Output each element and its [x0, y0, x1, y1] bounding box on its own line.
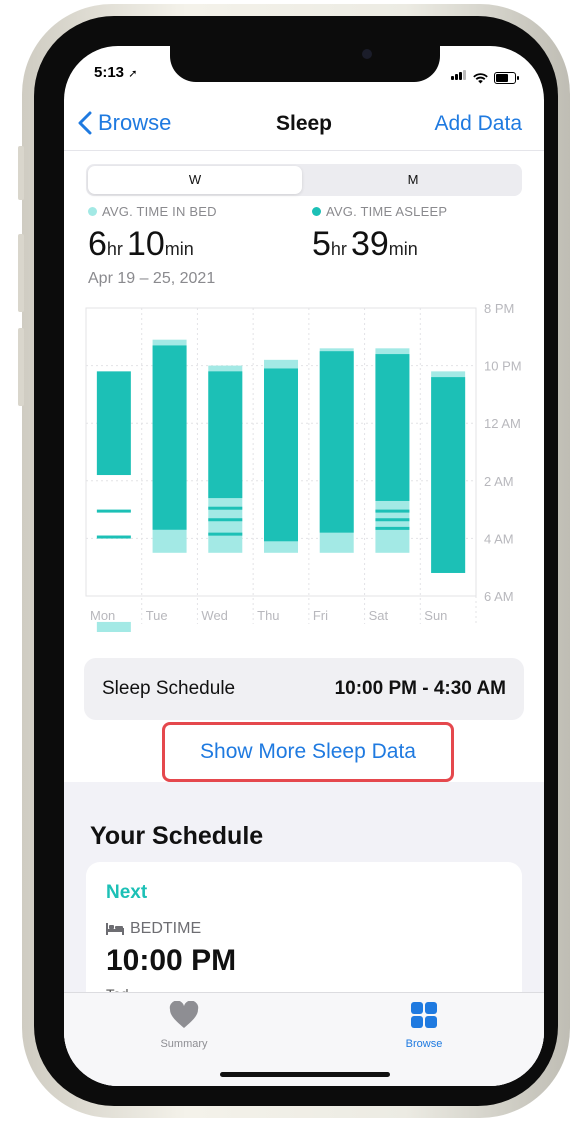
y-tick-label: 6 AM: [484, 589, 514, 604]
add-data-button[interactable]: Add Data: [434, 112, 522, 136]
asleep-minutes-unit: min: [388, 239, 418, 259]
y-tick-label: 8 PM: [484, 302, 514, 316]
sleep-schedule-card[interactable]: Sleep Schedule 10:00 PM - 4:30 AM: [84, 658, 524, 720]
status-time-text: 5:13: [94, 64, 125, 81]
x-tick-label: Tue: [146, 608, 168, 623]
next-label: Next: [106, 882, 148, 903]
date-range: Apr 19 – 25, 2021: [88, 270, 216, 287]
stat-in-bed-label: AVG. TIME IN BED: [88, 204, 217, 219]
y-tick-label: 2 AM: [484, 474, 514, 489]
show-more-label: Show More Sleep Data: [200, 740, 416, 763]
tab-summary-label: Summary: [160, 1038, 208, 1050]
x-tick-label: Sat: [369, 608, 389, 623]
in-bed-minutes-unit: min: [164, 239, 194, 259]
bar-asleep: [96, 371, 131, 476]
volume-up-button: [18, 234, 24, 312]
home-indicator: [220, 1072, 390, 1077]
back-button[interactable]: Browse: [78, 110, 171, 136]
sleep-chart: 8 PM 10 PM 12 AM 2 AM 4 AM 6 AM Mon Tue Wed Thu Fr…: [85, 302, 522, 632]
bar-asleep: [208, 518, 243, 522]
stat-time-in-bed: AVG. TIME IN BED 6hr 10min: [88, 204, 217, 264]
asleep-hours-unit: hr: [330, 239, 347, 259]
in-bed-hours: 6: [88, 225, 107, 263]
stat-time-asleep: AVG. TIME ASLEEP 5hr 39min: [312, 204, 447, 264]
nav-divider: [64, 150, 544, 151]
back-button-label: Browse: [98, 110, 172, 135]
x-tick-label: Wed: [201, 608, 228, 623]
x-tick-label: Fri: [313, 608, 328, 623]
y-tick-label: 12 AM: [484, 416, 521, 431]
stat-asleep-label: AVG. TIME ASLEEP: [312, 204, 447, 219]
bedtime-value: 10:00 PM: [106, 944, 237, 977]
y-tick-label: 4 AM: [484, 531, 514, 546]
in-bed-legend-dot: [88, 207, 97, 216]
asleep-value: 5hr 39min: [312, 225, 447, 264]
bar-asleep: [96, 535, 131, 539]
screen: 5:13 ➚ Browse Sleep Add Data W M AVG. TI…: [64, 46, 544, 1086]
tab-browse[interactable]: Browse: [364, 1001, 484, 1050]
status-time: 5:13 ➚: [94, 64, 137, 81]
bar-asleep: [375, 518, 410, 522]
bar-asleep: [375, 354, 410, 501]
mute-switch: [18, 146, 24, 200]
bar-asleep: [375, 509, 410, 513]
tab-browse-label: Browse: [405, 1038, 443, 1050]
navigation-bar: Browse Sleep Add Data: [64, 106, 544, 146]
bar-asleep: [208, 532, 243, 536]
period-segmented-control: W M: [86, 164, 522, 196]
asleep-minutes: 39: [350, 225, 389, 263]
signal-icon: [451, 67, 467, 84]
bar-asleep: [375, 526, 410, 530]
show-more-sleep-data-button[interactable]: Show More Sleep Data: [162, 722, 454, 782]
tab-summary[interactable]: Summary: [124, 1000, 244, 1050]
bed-icon: [106, 923, 124, 935]
bar-asleep: [208, 371, 243, 499]
in-bed-value: 6hr 10min: [88, 225, 217, 264]
x-tick-label: Mon: [90, 608, 115, 623]
sleep-schedule-value: 10:00 PM - 4:30 AM: [334, 678, 506, 699]
in-bed-label-text: AVG. TIME IN BED: [102, 204, 217, 219]
in-bed-minutes: 10: [126, 225, 165, 263]
bar-asleep: [264, 368, 298, 542]
battery-icon: [494, 72, 519, 84]
asleep-label-text: AVG. TIME ASLEEP: [326, 204, 448, 219]
x-tick-label: Sun: [424, 608, 447, 623]
camera: [362, 49, 372, 59]
bar-asleep: [96, 509, 131, 513]
tab-bar: Summary Browse: [64, 992, 544, 1086]
volume-down-button: [18, 328, 24, 406]
wifi-icon: [473, 73, 488, 84]
segment-month[interactable]: M: [306, 166, 520, 194]
your-schedule-title: Your Schedule: [90, 822, 264, 850]
bar-asleep: [319, 351, 354, 533]
segment-week[interactable]: W: [88, 166, 302, 194]
in-bed-hours-unit: hr: [106, 239, 123, 259]
bar-asleep: [431, 377, 466, 573]
sleep-schedule-label: Sleep Schedule: [102, 678, 236, 699]
bar-in-bed: [96, 621, 131, 632]
bedtime-label: BEDTIME: [106, 920, 201, 938]
asleep-hours: 5: [312, 225, 331, 263]
chevron-left-icon: [78, 111, 92, 135]
x-tick-label: Thu: [257, 608, 279, 623]
bar-asleep: [208, 506, 243, 510]
y-tick-label: 10 PM: [484, 359, 522, 374]
asleep-legend-dot: [312, 207, 321, 216]
bedtime-label-text: BEDTIME: [130, 920, 202, 937]
status-icons: [451, 67, 519, 84]
notch: [170, 46, 440, 82]
location-arrow-icon: ➚: [128, 68, 138, 80]
bar-asleep: [152, 345, 187, 530]
grid-icon: [411, 1002, 437, 1028]
heart-icon: [169, 1000, 199, 1028]
